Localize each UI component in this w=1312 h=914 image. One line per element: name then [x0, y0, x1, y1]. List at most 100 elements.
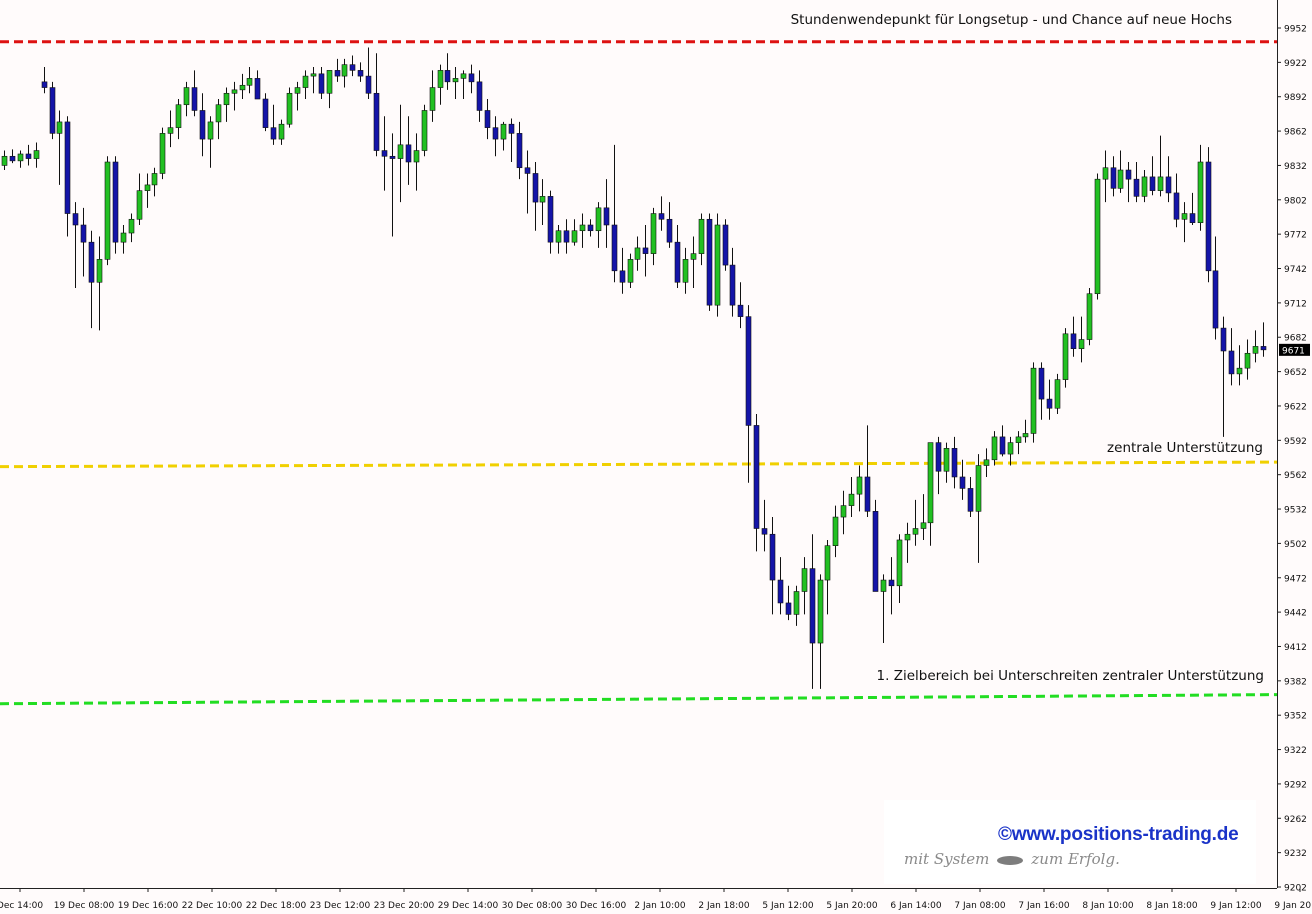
x-tick-label: 9 Jan 12:00 [1210, 901, 1262, 911]
candle [1149, 156, 1156, 196]
candle-body-up [555, 230, 562, 243]
candle-body-down [737, 304, 744, 317]
candle [25, 144, 32, 166]
support-line [0, 460, 1278, 469]
x-tick-label: 8 Jan 10:00 [1082, 901, 1134, 911]
candle-body-down [349, 64, 356, 71]
candle [555, 224, 562, 254]
candle-body-up [341, 64, 348, 77]
candle-body-down [666, 218, 673, 243]
candle-body-up [56, 121, 63, 134]
candle-body-up [1141, 176, 1148, 197]
candle-body-up [539, 196, 546, 203]
candle [595, 202, 602, 248]
candle [1086, 287, 1093, 346]
candle-body-up [896, 539, 903, 587]
candle-body-down [642, 247, 649, 254]
candle-body-up [1, 155, 8, 166]
candle-body-up [1197, 161, 1204, 224]
candle-body-down [753, 425, 760, 529]
candle-body-down [563, 230, 570, 243]
candle [239, 73, 246, 100]
candle-body-up [824, 545, 831, 581]
candle [1228, 328, 1235, 386]
candle-body-down [1228, 350, 1235, 375]
candle-body-up [627, 259, 634, 283]
candle-body-down [809, 568, 816, 644]
candle [737, 282, 744, 329]
candle-body-down [524, 167, 531, 174]
candle-body-up [1007, 442, 1014, 455]
candle [1197, 144, 1204, 231]
candle [532, 162, 539, 231]
resistance-label: Stundenwendepunkt für Longsetup - und Ch… [791, 12, 1232, 28]
y-tick-label: 9262 [1284, 815, 1307, 825]
candle [199, 93, 206, 157]
candle [983, 448, 990, 477]
candle-body-up [1086, 293, 1093, 340]
candle-body-up [104, 161, 111, 260]
candle [326, 70, 333, 109]
candle-body-down [270, 127, 277, 140]
y-tick-label: 9442 [1284, 609, 1307, 619]
candle-body-down [25, 153, 32, 159]
candle-body-down [1110, 167, 1117, 189]
candle-body-up [460, 73, 467, 79]
watermark-logo-icon [997, 855, 1024, 865]
candle [1220, 316, 1227, 437]
candle-body-down [674, 241, 681, 283]
candle-body-up [1181, 213, 1188, 220]
x-tick-label: 2 Jan 10:00 [634, 901, 686, 911]
y-tick-label: 9532 [1284, 506, 1307, 516]
candle [1022, 419, 1029, 443]
candle [745, 305, 752, 483]
candle [888, 557, 895, 615]
candle [706, 213, 713, 311]
candle [500, 121, 507, 151]
candle [777, 557, 784, 615]
x-tick-label: 6 Jan 14:00 [890, 901, 942, 911]
watermark-slogan: mit System zum Erfolg. [904, 850, 1120, 868]
candle-body-down [777, 579, 784, 604]
candle-body-up [1252, 346, 1259, 354]
candle-body-up [1102, 167, 1109, 180]
candle [1173, 173, 1180, 228]
candle [539, 179, 546, 225]
candle-body-up [246, 78, 253, 86]
candle [1046, 379, 1053, 420]
candle-body-down [611, 224, 618, 272]
candle-body-up [690, 253, 697, 260]
candle [381, 116, 388, 191]
candle [492, 116, 499, 157]
candles [1, 47, 1267, 689]
support-label: zentrale Unterstützung [1107, 440, 1263, 456]
candle [215, 99, 222, 140]
candle [769, 517, 776, 615]
candle [437, 64, 444, 105]
candle [254, 70, 261, 100]
candle-body-up [231, 89, 238, 94]
candle-body-up [943, 448, 950, 472]
candle [642, 224, 649, 277]
current-price-label: 9671 [1282, 346, 1305, 356]
y-tick-label: 9802 [1284, 196, 1307, 206]
candle-body-down [619, 270, 626, 283]
candle [571, 219, 578, 246]
y-tick-label: 9832 [1284, 162, 1307, 172]
candle-body-up [1094, 178, 1101, 295]
candle [864, 425, 871, 518]
x-tick-label: 30 Dec 16:00 [566, 901, 627, 911]
candle [832, 505, 839, 558]
candle [547, 190, 554, 254]
candle-body-up [880, 579, 887, 592]
candle-body-down [49, 87, 56, 134]
candle [627, 253, 634, 288]
candle-body-down [706, 218, 713, 306]
candle [840, 490, 847, 535]
candle [904, 522, 911, 563]
candle [1165, 156, 1172, 203]
candle [1, 150, 8, 171]
candle-body-up [1236, 367, 1243, 375]
y-tick-label: 9622 [1284, 402, 1307, 412]
candle [658, 196, 665, 231]
